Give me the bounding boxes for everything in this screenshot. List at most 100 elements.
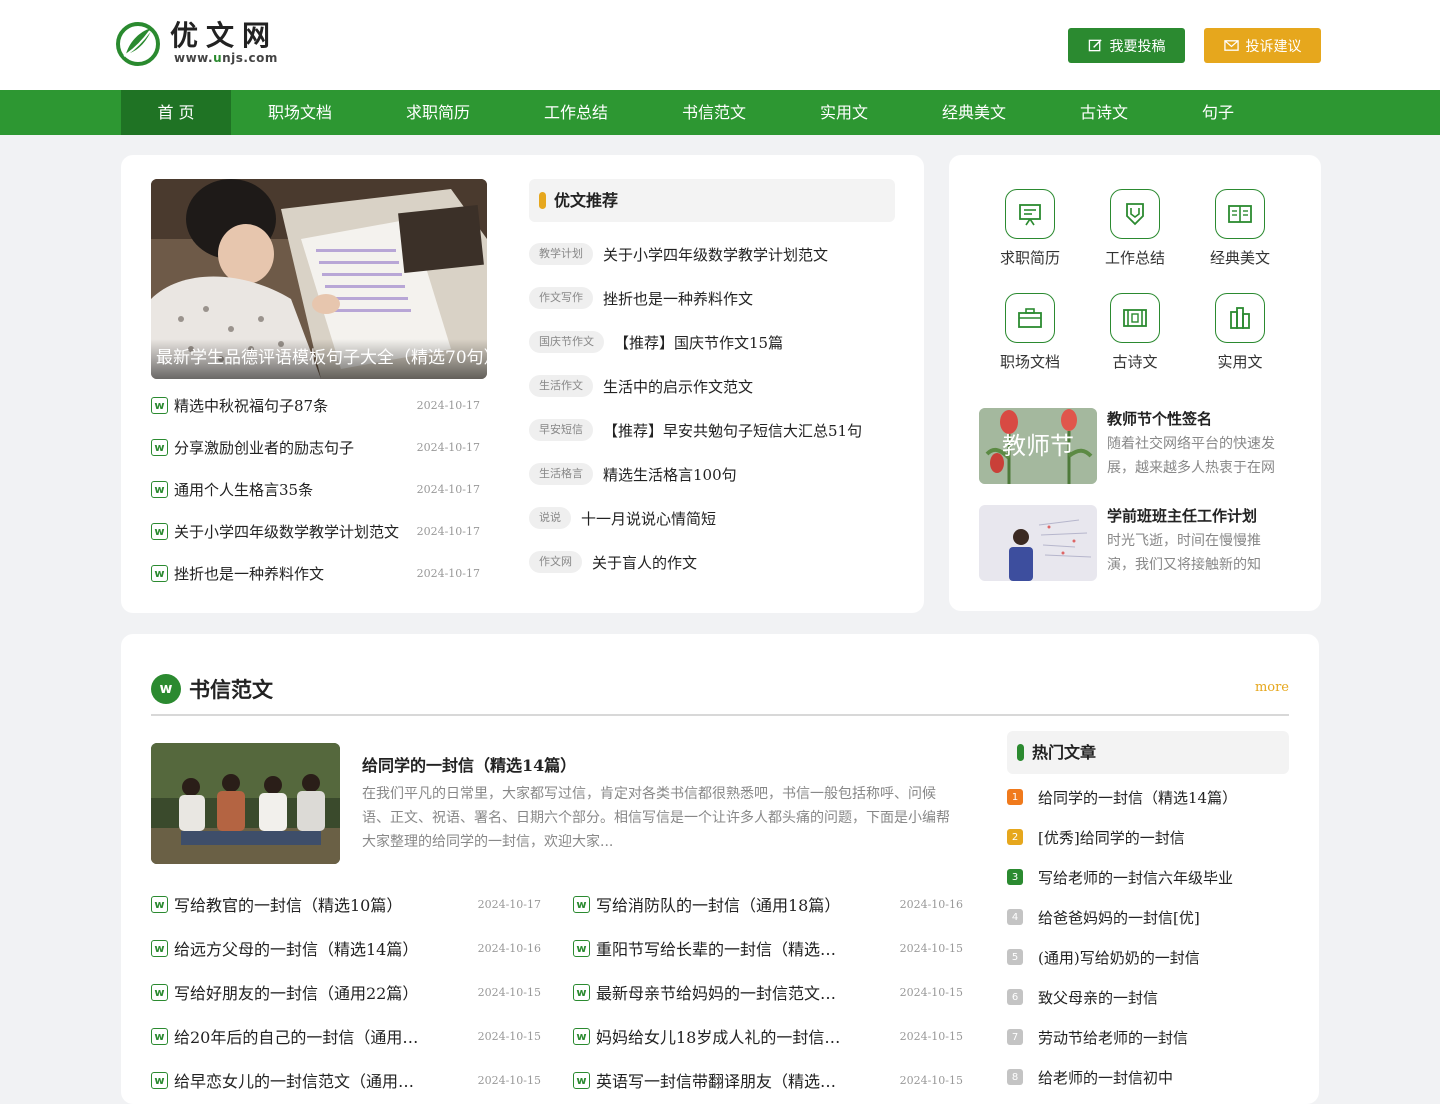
list-item[interactable]: w 精选中秋祝福句子87条 2024-10-17 <box>151 384 487 426</box>
w-icon: w <box>151 1027 168 1045</box>
main-nav: 首 页 职场文档 求职简历 工作总结 书信范文 实用文 经典美文 古诗文 句子 <box>0 90 1440 135</box>
nav-classic-essays[interactable]: 经典美文 <box>919 90 1029 135</box>
nav-sentences[interactable]: 句子 <box>1163 90 1273 135</box>
category-tag[interactable]: 教学计划 <box>529 243 593 265</box>
featured-item[interactable]: 教师节 教师节个性签名 随着社交网络平台的快速发展，越来越多人热衷于在网 <box>979 408 1291 484</box>
shield-badge-icon <box>1126 203 1144 226</box>
featured-thumbnail[interactable] <box>979 505 1097 581</box>
category-tag[interactable]: 国庆节作文 <box>529 331 604 353</box>
list-item[interactable]: 生活作文 生活中的启示作文范文 <box>529 364 895 408</box>
list-item[interactable]: 3 写给老师的一封信六年级毕业 <box>1007 857 1289 897</box>
list-item[interactable]: w 通用个人生格言35条 2024-10-17 <box>151 468 487 510</box>
leaf-logo-icon <box>116 22 160 66</box>
w-icon: w <box>151 1071 168 1089</box>
list-item[interactable]: 1 给同学的一封信（精选14篇） <box>1007 777 1289 817</box>
hot-articles-header: 热门文章 <box>1007 731 1289 774</box>
list-item[interactable]: w 给远方父母的一封信（精选14篇） 2024-10-16 <box>151 926 541 970</box>
hot-articles-list: 1 给同学的一封信（精选14篇） 2 [优秀]给同学的一封信 3 写给老师的一封信六年… <box>1007 777 1289 1097</box>
nav-work-summary[interactable]: 工作总结 <box>521 90 631 135</box>
more-link[interactable]: more <box>1255 680 1289 695</box>
submit-article-button[interactable]: 我要投稿 <box>1068 28 1185 63</box>
w-icon: w <box>573 1071 590 1089</box>
nav-workplace-docs[interactable]: 职场文档 <box>245 90 355 135</box>
list-item[interactable]: w 最新母亲节给妈妈的一封信范文… 2024-10-15 <box>573 970 963 1014</box>
category-tag[interactable]: 作文网 <box>529 551 582 573</box>
classroom-image-icon <box>979 505 1097 581</box>
list-item[interactable]: 6 致父母亲的一封信 <box>1007 977 1289 1017</box>
list-item[interactable]: 国庆节作文 【推荐】国庆节作文15篇 <box>529 320 895 364</box>
list-item[interactable]: 说说 十一月说说心情简短 <box>529 496 895 540</box>
category-tag[interactable]: 说说 <box>529 507 571 529</box>
quick-link-work-summary[interactable]: 工作总结 <box>1095 189 1175 279</box>
rank-badge: 1 <box>1007 789 1023 805</box>
w-icon: w <box>151 895 168 913</box>
rank-badge: 4 <box>1007 909 1023 925</box>
hero-caption[interactable]: 最新学生品德评语模板句子大全（精选70句） <box>151 339 487 379</box>
category-tag[interactable]: 生活作文 <box>529 375 593 397</box>
quick-link-resume[interactable]: 求职简历 <box>990 189 1070 279</box>
letters-list-col2: w 写给消防队的一封信（通用18篇） 2024-10-16 w 重阳节写给长辈的一封信… <box>573 882 963 1102</box>
w-badge-icon: w <box>151 674 181 704</box>
quick-link-ancient-poetry[interactable]: 古诗文 <box>1095 293 1175 383</box>
list-item[interactable]: w 给早恋女儿的一封信范文（通用… 2024-10-15 <box>151 1058 541 1102</box>
list-item[interactable]: w 英语写一封信带翻译朋友（精选… 2024-10-15 <box>573 1058 963 1102</box>
list-item[interactable]: 8 给老师的一封信初中 <box>1007 1057 1289 1097</box>
w-icon: w <box>151 983 168 1001</box>
list-item[interactable]: 2 [优秀]给同学的一封信 <box>1007 817 1289 857</box>
nav-home[interactable]: 首 页 <box>121 90 231 135</box>
hero-slide[interactable]: 最新学生品德评语模板句子大全（精选70句） <box>151 179 487 379</box>
rank-badge: 6 <box>1007 989 1023 1005</box>
section-title: w 书信范文 <box>151 673 273 705</box>
category-tag[interactable]: 早安短信 <box>529 419 593 441</box>
w-icon: w <box>151 438 168 456</box>
nav-letters[interactable]: 书信范文 <box>659 90 769 135</box>
section-divider <box>151 714 1289 716</box>
nav-ancient-poetry[interactable]: 古诗文 <box>1049 90 1159 135</box>
letters-list-col1: w 写给教官的一封信（精选10篇） 2024-10-17 w 给远方父母的一封信（精选… <box>151 882 541 1102</box>
w-icon: w <box>573 939 590 957</box>
featured-thumbnail[interactable]: 教师节 <box>979 408 1097 484</box>
list-item[interactable]: 作文网 关于盲人的作文 <box>529 540 895 584</box>
list-item[interactable]: 4 给爸爸妈妈的一封信[优] <box>1007 897 1289 937</box>
latest-list: w 精选中秋祝福句子87条 2024-10-17 w 分享激励创业者的励志句子 2024… <box>151 384 487 594</box>
quick-link-classic-essays[interactable]: 经典美文 <box>1200 189 1280 279</box>
category-tag[interactable]: 生活格言 <box>529 463 593 485</box>
lead-article-title[interactable]: 给同学的一封信（精选14篇） <box>362 752 576 776</box>
featured-item[interactable]: 学前班班主任工作计划 时光飞逝，时间在慢慢推演，我们又将接触新的知 <box>979 505 1291 581</box>
list-item[interactable]: 5 (通用)写给奶奶的一封信 <box>1007 937 1289 977</box>
friends-image-icon <box>151 743 340 864</box>
list-item[interactable]: 7 劳动节给老师的一封信 <box>1007 1017 1289 1057</box>
category-tag[interactable]: 作文写作 <box>529 287 593 309</box>
list-item[interactable]: w 挫折也是一种养料作文 2024-10-17 <box>151 552 487 594</box>
recommend-header: 优文推荐 <box>529 179 895 222</box>
nav-resume[interactable]: 求职简历 <box>383 90 493 135</box>
list-item[interactable]: w 妈妈给女儿18岁成人礼的一封信… 2024-10-15 <box>573 1014 963 1058</box>
presentation-board-icon <box>1019 204 1041 226</box>
list-item[interactable]: w 分享激励创业者的励志句子 2024-10-17 <box>151 426 487 468</box>
quick-link-practical[interactable]: 实用文 <box>1200 293 1280 383</box>
list-item[interactable]: w 写给消防队的一封信（通用18篇） 2024-10-16 <box>573 882 963 926</box>
list-item[interactable]: w 给20年后的自己的一封信（通用… 2024-10-15 <box>151 1014 541 1058</box>
list-item[interactable]: w 关于小学四年级数学教学计划范文 2024-10-17 <box>151 510 487 552</box>
quick-link-workplace-docs[interactable]: 职场文档 <box>990 293 1070 383</box>
list-item[interactable]: 教学计划 关于小学四年级数学教学计划范文 <box>529 232 895 276</box>
list-item[interactable]: w 重阳节写给长辈的一封信（精选… 2024-10-15 <box>573 926 963 970</box>
site-logo[interactable]: 优文网 www.unjs.com <box>116 20 296 68</box>
lead-thumbnail[interactable] <box>151 743 340 864</box>
open-book-icon <box>1228 205 1252 223</box>
rank-badge: 3 <box>1007 869 1023 885</box>
list-item[interactable]: w 写给教官的一封信（精选10篇） 2024-10-17 <box>151 882 541 926</box>
complaint-button[interactable]: 投诉建议 <box>1204 28 1321 63</box>
nav-practical[interactable]: 实用文 <box>789 90 899 135</box>
tulip-image-icon: 教师节 <box>979 408 1097 484</box>
rank-badge: 5 <box>1007 949 1023 965</box>
edit-icon <box>1088 39 1102 52</box>
rank-badge: 7 <box>1007 1029 1023 1045</box>
w-icon: w <box>151 564 168 582</box>
w-icon: w <box>573 1027 590 1045</box>
list-item[interactable]: w 写给好朋友的一封信（通用22篇） 2024-10-15 <box>151 970 541 1014</box>
site-header: 优文网 www.unjs.com 我要投稿 投诉建议 <box>0 0 1440 90</box>
list-item[interactable]: 作文写作 挫折也是一种养料作文 <box>529 276 895 320</box>
list-item[interactable]: 生活格言 精选生活格言100句 <box>529 452 895 496</box>
list-item[interactable]: 早安短信 【推荐】早安共勉句子短信大汇总51句 <box>529 408 895 452</box>
